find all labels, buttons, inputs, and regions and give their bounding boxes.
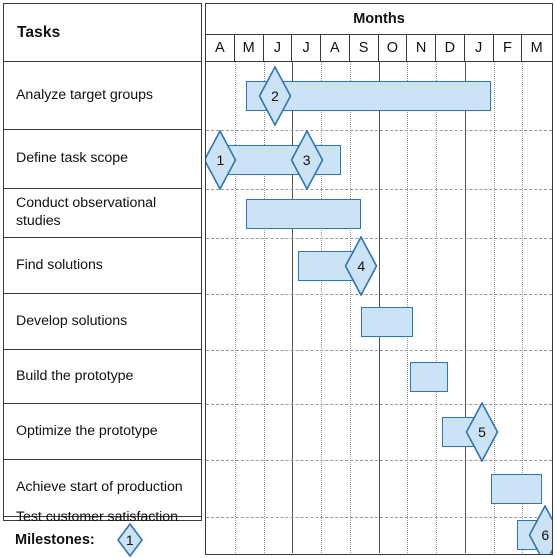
month-header-label: M xyxy=(242,40,255,56)
milestone-number: 1 xyxy=(216,151,225,168)
task-gridline xyxy=(206,130,552,131)
month-gridline xyxy=(436,62,437,553)
month-header-strip: A M J J A S ON D J F M xyxy=(206,35,552,62)
month-header-cell[interactable]: J xyxy=(292,35,321,61)
task-gridline xyxy=(206,404,552,405)
gantt-chart: Tasks Analyze target groups Define task s… xyxy=(0,0,556,558)
month-header-cell[interactable]: O xyxy=(379,35,408,61)
month-header-label: M xyxy=(530,40,543,56)
milestone-number: 2 xyxy=(271,88,279,104)
gantt-grid: 1 2 3 4 5 6 xyxy=(206,62,552,554)
task-row-label: Find solutions xyxy=(16,256,103,273)
months-title-label: Months xyxy=(353,11,405,27)
milestones-legend: Milestones: 1 xyxy=(3,521,202,558)
task-row-label: Analyze target groups xyxy=(16,86,153,103)
gantt-bar[interactable] xyxy=(490,473,543,504)
task-row[interactable]: Analyze target groups xyxy=(4,62,201,130)
task-row[interactable]: Build the prototype xyxy=(4,350,201,404)
month-header-label: O xyxy=(386,40,399,56)
task-gridline xyxy=(206,294,552,295)
milestone-diamond[interactable]: 6 xyxy=(528,505,552,554)
milestone-diamond[interactable]: 3 xyxy=(290,129,324,190)
task-gridline xyxy=(206,517,552,518)
task-row[interactable]: Find solutions xyxy=(4,238,201,294)
task-row-label: Conduct observational studies xyxy=(16,195,157,229)
task-row-label: Build the prototype xyxy=(16,367,134,384)
milestone-diamond[interactable]: 4 xyxy=(344,236,378,296)
tasks-header-label: Tasks xyxy=(17,23,61,41)
task-gridline xyxy=(206,350,552,351)
task-row[interactable]: Define task scope xyxy=(4,130,201,189)
month-header-cell[interactable]: J xyxy=(465,35,494,61)
month-header-label: A xyxy=(215,40,225,56)
month-header-label: J xyxy=(475,40,483,56)
month-header-label: J xyxy=(302,40,310,56)
task-row-label: Develop solutions xyxy=(16,312,128,329)
month-header-cell[interactable]: S xyxy=(350,35,379,61)
month-header-label: J xyxy=(273,40,281,56)
month-header-cell[interactable]: M xyxy=(235,35,264,61)
month-header-label: F xyxy=(502,40,512,56)
month-header-cell[interactable]: J xyxy=(264,35,293,61)
gantt-bar[interactable] xyxy=(361,307,413,337)
tasks-header: Tasks xyxy=(4,4,201,62)
month-header-cell[interactable]: F xyxy=(494,35,523,61)
gantt-plot-area: Months A M J J A S ON D J F M 1 2 3 4 5 6 xyxy=(205,3,553,555)
month-header-cell[interactable]: A xyxy=(321,35,350,61)
quarter-gridline xyxy=(464,62,466,553)
task-gridline xyxy=(206,189,552,190)
milestone-number: 5 xyxy=(478,424,486,440)
task-gridline xyxy=(206,460,552,461)
month-header-label: D xyxy=(444,40,456,56)
milestone-legend-number: 1 xyxy=(125,531,134,548)
month-gridline xyxy=(349,62,351,553)
gantt-bar[interactable] xyxy=(246,198,362,229)
task-row-label: Achieve start of production xyxy=(16,479,183,496)
month-gridline xyxy=(263,62,265,553)
month-header-cell[interactable]: D xyxy=(436,35,465,61)
task-row[interactable]: Conduct observational studies xyxy=(4,189,201,238)
milestone-legend-diamond: 1 xyxy=(116,522,143,557)
milestone-diamond[interactable]: 5 xyxy=(465,402,499,462)
month-header-cell[interactable]: A xyxy=(206,35,235,61)
milestone-number: 4 xyxy=(357,258,366,274)
task-row[interactable]: Develop solutions xyxy=(4,294,201,350)
milestone-number: 6 xyxy=(541,527,550,543)
task-row[interactable]: Test customer satisfaction xyxy=(4,509,201,525)
month-header-label: N xyxy=(415,40,427,56)
milestone-number: 3 xyxy=(302,151,311,168)
month-header-cell[interactable]: M xyxy=(522,35,551,61)
task-row[interactable]: Optimize the prototype xyxy=(4,404,201,460)
task-row-label: Define task scope xyxy=(16,150,128,167)
month-header-label: S xyxy=(358,40,369,56)
task-column: Tasks Analyze target groups Define task s… xyxy=(3,3,202,525)
milestone-diamond[interactable]: 1 xyxy=(206,129,237,190)
months-title: Months xyxy=(206,4,552,35)
month-header-label: A xyxy=(330,40,340,56)
month-header-cell[interactable]: N xyxy=(407,35,436,61)
gantt-bar[interactable] xyxy=(410,362,448,392)
milestones-legend-label: Milestones: xyxy=(15,531,95,548)
task-row-label: Optimize the prototype xyxy=(16,422,158,439)
milestone-diamond[interactable]: 2 xyxy=(258,66,292,126)
task-gridline xyxy=(206,238,552,239)
